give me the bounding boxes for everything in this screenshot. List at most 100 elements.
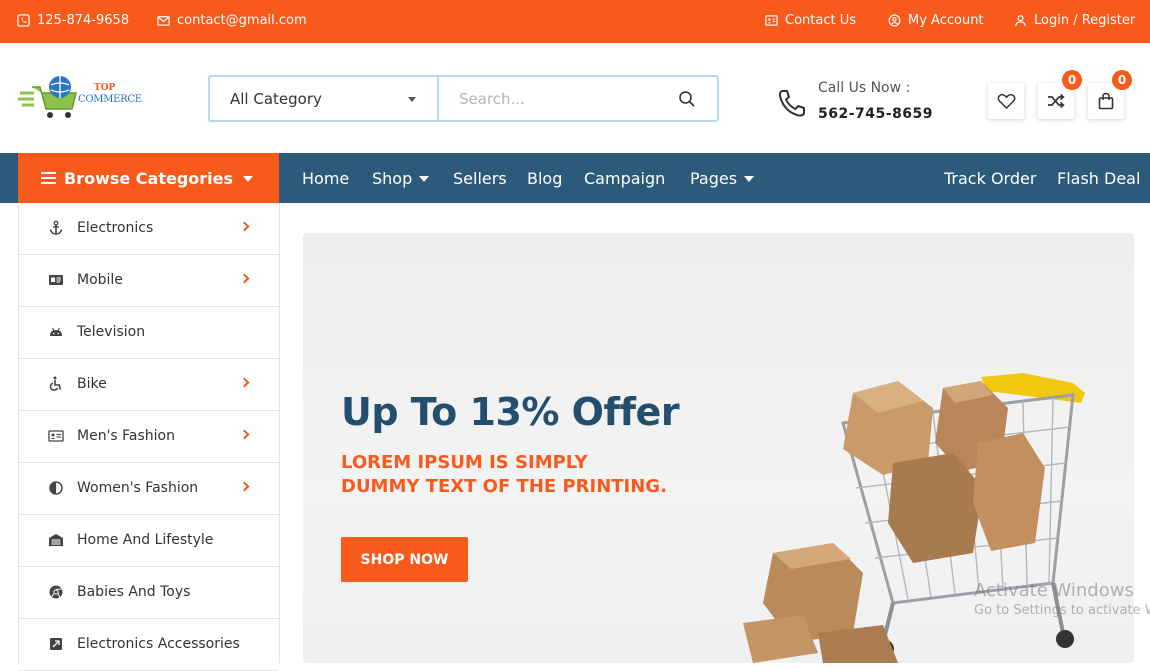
banner-subtitle: LOREM IPSUM IS SIMPLY DUMMY TEXT OF THE … bbox=[341, 451, 667, 499]
id-card-icon bbox=[48, 272, 64, 288]
anchor-icon bbox=[48, 220, 64, 236]
banner-subtitle-line-1: LOREM IPSUM IS SIMPLY bbox=[341, 451, 667, 475]
nav-blog-label: Blog bbox=[527, 169, 562, 188]
cart-button[interactable]: 0 bbox=[1088, 83, 1124, 119]
contact-card-icon bbox=[765, 14, 778, 27]
nav-pages-label: Pages bbox=[690, 169, 737, 188]
category-sidebar: Electronics Mobile Television Bike Men's… bbox=[18, 203, 280, 663]
chevron-right-icon bbox=[240, 274, 250, 284]
contact-us-link[interactable]: Contact Us bbox=[765, 13, 856, 28]
sidebar-item-label: Women's Fashion bbox=[77, 480, 198, 496]
sidebar-item-label: Electronics bbox=[77, 220, 153, 236]
hamburger-icon bbox=[41, 172, 56, 184]
call-label: Call Us Now : bbox=[818, 80, 910, 96]
nav-shop-label: Shop bbox=[372, 169, 412, 188]
call-number[interactable]: 562-745-8659 bbox=[818, 106, 933, 122]
my-account-label: My Account bbox=[908, 13, 984, 28]
top-email-text: contact@gmail.com bbox=[177, 13, 307, 28]
top-email[interactable]: contact@gmail.com bbox=[157, 13, 307, 28]
caret-down-icon bbox=[744, 176, 754, 182]
shuffle-icon bbox=[1047, 93, 1065, 109]
search-icon bbox=[678, 90, 696, 108]
sidebar-item-babies-and-toys[interactable]: Babies And Toys bbox=[19, 567, 279, 619]
compare-button[interactable]: 0 bbox=[1038, 83, 1074, 119]
heart-icon bbox=[997, 93, 1016, 110]
category-select-value: All Category bbox=[230, 90, 322, 108]
watermark-line-1: Activate Windows bbox=[974, 580, 1150, 601]
sidebar-item-mens-fashion[interactable]: Men's Fashion bbox=[19, 411, 279, 463]
banner-title: Up To 13% Offer bbox=[341, 390, 679, 434]
nav-item-campaign[interactable]: Campaign bbox=[584, 169, 665, 188]
top-bar: 125-874-9658 contact@gmail.com Contact U… bbox=[0, 0, 1150, 43]
sidebar-item-mobile[interactable]: Mobile bbox=[19, 255, 279, 307]
nav-sellers-label: Sellers bbox=[453, 169, 507, 188]
windows-activation-watermark: Activate Windows Go to Settings to activ… bbox=[974, 580, 1150, 618]
contact-us-label: Contact Us bbox=[785, 13, 856, 28]
chevron-right-icon bbox=[240, 430, 250, 440]
accessibility-icon bbox=[48, 376, 64, 392]
nav-item-track-order[interactable]: Track Order bbox=[944, 169, 1036, 188]
sidebar-item-electronics-accessories[interactable]: Electronics Accessories bbox=[19, 619, 279, 671]
sidebar-item-label: Babies And Toys bbox=[77, 584, 190, 600]
compare-count-badge: 0 bbox=[1062, 70, 1082, 90]
nav-item-pages[interactable]: Pages bbox=[690, 169, 754, 188]
phone-icon bbox=[776, 87, 808, 119]
user-circle-icon bbox=[888, 14, 901, 27]
sidebar-item-label: Mobile bbox=[77, 272, 123, 288]
site-logo[interactable]: TOP COMMERCE bbox=[18, 73, 143, 125]
shop-now-button[interactable]: SHOP NOW bbox=[341, 537, 468, 582]
nav-item-home[interactable]: Home bbox=[302, 169, 349, 188]
main-nav: Browse Categories Home Shop Sellers Blog… bbox=[0, 153, 1150, 203]
nav-home-label: Home bbox=[302, 169, 349, 188]
wishlist-button[interactable] bbox=[988, 83, 1024, 119]
archive-icon bbox=[48, 532, 64, 548]
sidebar-item-womens-fashion[interactable]: Women's Fashion bbox=[19, 463, 279, 515]
login-register-link[interactable]: Login / Register bbox=[1014, 13, 1135, 28]
shopping-bag-icon bbox=[1097, 92, 1115, 110]
chevron-right-icon bbox=[240, 482, 250, 492]
nav-item-blog[interactable]: Blog bbox=[527, 169, 562, 188]
my-account-link[interactable]: My Account bbox=[888, 13, 984, 28]
main-header: TOP COMMERCE All Category Call Us Now : … bbox=[0, 43, 1150, 153]
android-icon bbox=[48, 324, 64, 340]
half-circle-icon bbox=[48, 480, 64, 496]
nav-item-shop[interactable]: Shop bbox=[372, 169, 429, 188]
sidebar-item-label: Bike bbox=[77, 376, 107, 392]
sidebar-item-label: Electronics Accessories bbox=[77, 636, 240, 652]
top-phone-text: 125-874-9658 bbox=[37, 13, 129, 28]
login-register-label: Login / Register bbox=[1034, 13, 1135, 28]
cart-count-badge: 0 bbox=[1112, 70, 1132, 90]
search-input[interactable] bbox=[439, 77, 657, 120]
chevron-right-icon bbox=[240, 378, 250, 388]
nav-item-flash-deal[interactable]: Flash Deal bbox=[1057, 169, 1140, 188]
banner-subtitle-line-2: DUMMY TEXT OF THE PRINTING. bbox=[341, 475, 667, 499]
chrome-icon bbox=[48, 584, 64, 600]
caret-down-icon bbox=[408, 97, 416, 102]
chevron-right-icon bbox=[240, 222, 250, 232]
browse-categories-button[interactable]: Browse Categories bbox=[18, 153, 279, 203]
logo-top-text: TOP bbox=[94, 83, 115, 93]
nav-flash-deal-label: Flash Deal bbox=[1057, 169, 1140, 188]
phone-square-icon bbox=[17, 14, 30, 27]
sidebar-item-home-and-lifestyle[interactable]: Home And Lifestyle bbox=[19, 515, 279, 567]
logo-main-text: COMMERCE bbox=[78, 94, 142, 105]
caret-down-icon bbox=[419, 176, 429, 182]
top-phone[interactable]: 125-874-9658 bbox=[17, 13, 129, 28]
search-button[interactable] bbox=[657, 77, 717, 120]
sidebar-item-bike[interactable]: Bike bbox=[19, 359, 279, 411]
category-select[interactable]: All Category bbox=[210, 77, 439, 120]
sidebar-item-label: Home And Lifestyle bbox=[77, 532, 213, 548]
watermark-line-2: Go to Settings to activate Windows. bbox=[974, 603, 1150, 618]
sidebar-item-label: Television bbox=[77, 324, 145, 340]
envelope-icon bbox=[157, 14, 170, 27]
sidebar-item-television[interactable]: Television bbox=[19, 307, 279, 359]
nav-track-order-label: Track Order bbox=[944, 169, 1036, 188]
search-bar: All Category bbox=[208, 75, 719, 122]
sidebar-item-label: Men's Fashion bbox=[77, 428, 175, 444]
sidebar-item-electronics[interactable]: Electronics bbox=[19, 203, 279, 255]
nav-item-sellers[interactable]: Sellers bbox=[453, 169, 507, 188]
caret-down-icon bbox=[243, 176, 253, 182]
address-card-icon bbox=[48, 428, 64, 444]
user-icon bbox=[1014, 14, 1027, 27]
nav-campaign-label: Campaign bbox=[584, 169, 665, 188]
